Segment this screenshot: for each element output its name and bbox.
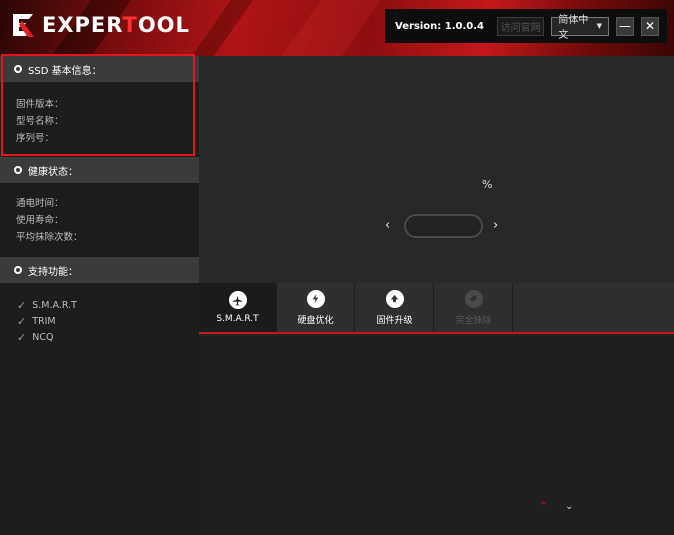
prev-arrow-icon[interactable]: ‹ — [385, 218, 390, 233]
life-label: 使用寿命： — [16, 215, 64, 226]
ring-icon — [14, 166, 22, 174]
language-select[interactable]: 简体中文 ▼ — [551, 15, 609, 41]
feature-label: TRIM — [32, 316, 56, 327]
lightning-icon — [306, 289, 325, 308]
health-title: 健康状态： — [28, 166, 78, 178]
percent-label: % — [482, 178, 493, 191]
tab-content-area: ⌃ ⌄ — [199, 336, 674, 535]
upload-icon — [385, 289, 404, 308]
device-indicator — [404, 214, 483, 238]
minimize-button[interactable]: — — [615, 16, 634, 36]
app-logo: EXPERTOOL — [10, 10, 190, 40]
tab-secure-erase[interactable]: 完全抹除 — [435, 283, 513, 332]
tab-label: 固件升级 — [376, 315, 413, 326]
check-icon: ✓ — [17, 331, 27, 344]
feature-item: ✓ TRIM — [17, 315, 56, 328]
minimize-icon: — — [618, 19, 631, 33]
scroll-down-icon[interactable]: ⌄ — [565, 501, 573, 512]
erase-count-label: 平均抹除次数： — [16, 232, 83, 243]
tab-smart[interactable]: S.M.A.R.T — [199, 283, 277, 332]
logo-text: EXPERTOOL — [42, 13, 190, 37]
logo-mark-icon — [13, 14, 34, 37]
tab-label: 完全抹除 — [455, 315, 492, 326]
top-toolbar: Version: 1.0.0.4 访问官网 简体中文 ▼ — ✕ — [385, 9, 667, 43]
feature-label: S.M.A.R.T — [32, 300, 77, 311]
selection-highlight — [1, 54, 195, 156]
ring-icon — [14, 266, 22, 274]
airplane-icon — [228, 291, 247, 309]
health-header: 健康状态： — [0, 157, 199, 183]
visit-website-button[interactable]: 访问官网 — [496, 16, 545, 36]
tab-disk-optimize[interactable]: 硬盘优化 — [277, 283, 355, 332]
feature-item: ✓ S.M.A.R.T — [17, 299, 77, 312]
features-header: 支持功能： — [0, 257, 199, 283]
features-title: 支持功能： — [28, 266, 78, 278]
tab-firmware-upgrade[interactable]: 固件升级 — [356, 283, 434, 332]
close-icon: ✕ — [644, 19, 655, 33]
check-icon: ✓ — [17, 315, 27, 328]
language-selected-value: 简体中文 — [558, 15, 589, 41]
header-decoration — [271, 0, 389, 56]
power-on-label: 通电时间： — [16, 198, 64, 209]
scroll-up-icon[interactable]: ⌃ — [539, 501, 547, 512]
feature-item: ✓ NCQ — [17, 331, 53, 344]
tab-label: 硬盘优化 — [297, 315, 334, 326]
main-panel: % ‹ › S.M.A.R.T 硬盘优化 固件升级 完全抹除 ⌃ ⌄ — [199, 56, 674, 535]
caret-down-icon: ▼ — [596, 22, 602, 30]
version-label: Version: 1.0.0.4 — [395, 20, 484, 32]
close-button[interactable]: ✕ — [640, 16, 659, 36]
function-tabs: S.M.A.R.T 硬盘优化 固件升级 完全抹除 — [199, 283, 674, 334]
tab-label: S.M.A.R.T — [216, 314, 259, 324]
header-decoration — [181, 0, 261, 56]
gauge-area: % ‹ › — [199, 56, 674, 284]
check-icon: ✓ — [17, 299, 27, 312]
feature-label: NCQ — [32, 332, 54, 343]
app-header: EXPERTOOL Version: 1.0.0.4 访问官网 简体中文 ▼ —… — [0, 0, 674, 56]
next-arrow-icon[interactable]: › — [493, 218, 498, 233]
eraser-icon — [464, 289, 483, 308]
